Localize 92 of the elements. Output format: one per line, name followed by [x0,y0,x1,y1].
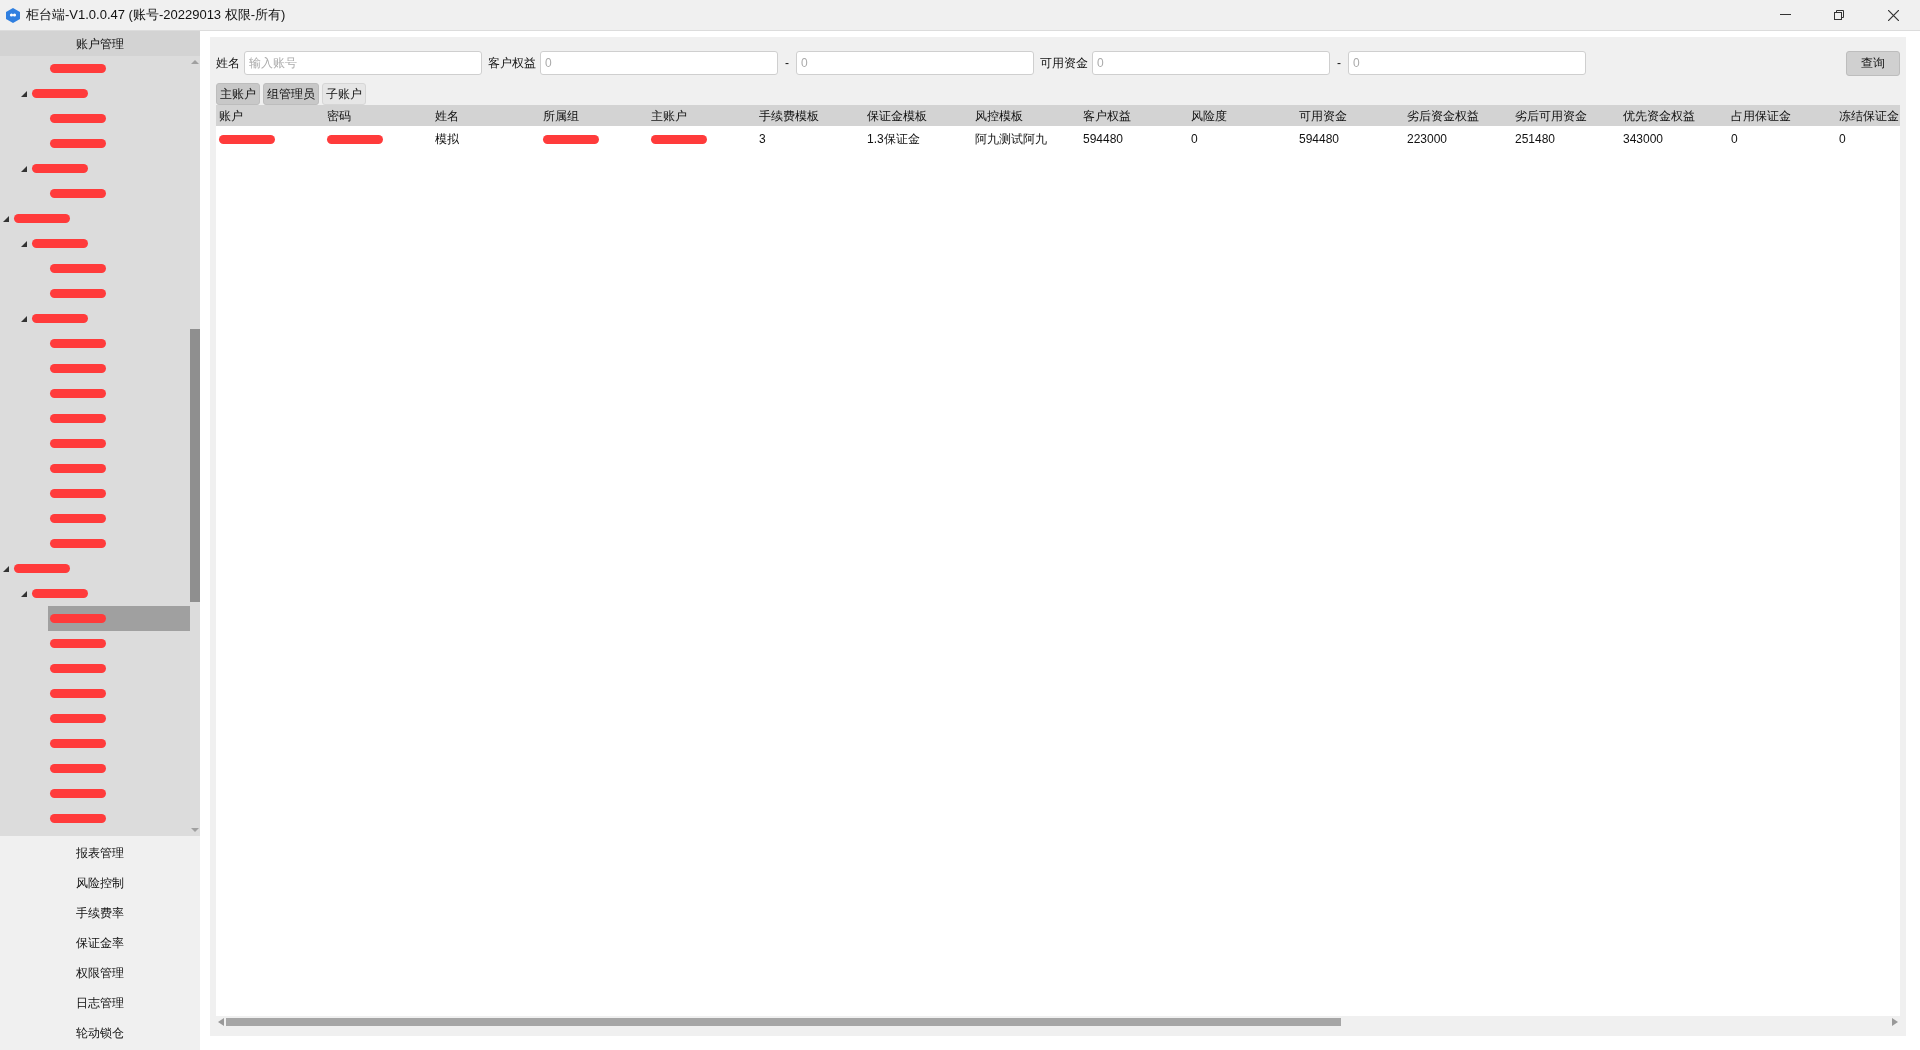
redaction-mark [32,89,88,98]
redaction-mark [50,539,106,548]
column-header[interactable]: 密码 [327,106,435,125]
range-separator: - [1337,55,1341,72]
redaction-mark [50,114,106,123]
window-title: 柜台端-V1.0.0.47 (账号-20229013 权限-所有) [26,6,286,25]
redaction-mark [14,214,70,223]
app-logo-icon [6,7,20,23]
redaction-mark [50,64,106,73]
expanded-triangle-icon[interactable] [3,565,9,572]
table-cell-text: 模拟 [435,131,459,148]
table-cell-text: 251480 [1515,131,1556,148]
column-header[interactable]: 劣后可用资金 [1515,106,1623,125]
column-header[interactable]: 账户 [219,106,327,125]
minimize-icon [1779,14,1791,16]
close-icon [1887,9,1899,21]
redaction-mark [50,464,106,473]
expanded-triangle-icon[interactable] [3,215,9,222]
redaction-mark [50,689,106,698]
redaction-mark [50,789,106,798]
expanded-triangle-icon[interactable] [21,165,27,172]
redaction-mark [50,414,106,423]
redaction-mark [50,614,106,623]
redaction-mark [32,164,88,173]
redaction-mark [50,814,106,823]
column-header[interactable]: 所属组 [543,106,651,125]
input-field[interactable]: 输入账号 [244,51,482,75]
sidebar-header[interactable]: 账户管理 [0,31,200,56]
column-header[interactable]: 劣后资金权益 [1407,106,1515,125]
tree-item[interactable] [48,606,190,631]
column-header[interactable]: 风险度 [1191,106,1299,125]
table-cell-text: 594480 [1083,131,1124,148]
sidebar-menu-item[interactable]: 保证金率 [0,928,200,958]
restore-icon [1834,10,1844,20]
column-header[interactable]: 客户权益 [1083,106,1191,125]
range-separator: - [785,55,789,72]
field-label: 姓名 [216,55,240,72]
table-cell-text: 594480 [1299,131,1340,148]
expanded-triangle-icon[interactable] [21,590,27,597]
column-header[interactable]: 占用保证金 [1731,106,1839,125]
redaction-mark [50,139,106,148]
column-header[interactable]: 保证金模板 [867,106,975,125]
column-header[interactable]: 姓名 [435,106,543,125]
column-header[interactable]: 冻结保证金 [1839,106,1900,125]
redaction-mark [50,189,106,198]
redaction-mark [32,314,88,323]
table-cell-text: 0 [1839,131,1846,148]
sidebar-menu-item[interactable]: 手续费率 [0,898,200,928]
redaction-mark [50,339,106,348]
column-header[interactable]: 风控模板 [975,106,1083,125]
table-cell-text: 0 [1731,131,1738,148]
sidebar-menu-item[interactable]: 风险控制 [0,868,200,898]
field-label: 可用资金 [1040,55,1088,72]
redaction-mark [32,239,88,248]
sidebar-menu-item[interactable]: 权限管理 [0,958,200,988]
query-button[interactable]: 查询 [1846,50,1900,76]
scroll-left-icon[interactable] [218,1018,224,1026]
redaction-mark [50,639,106,648]
table-cell-text: 223000 [1407,131,1448,148]
expanded-triangle-icon[interactable] [21,90,27,97]
field-label: 客户权益 [488,55,536,72]
table-cell-text: 阿九测试阿九 [975,131,1047,148]
redaction-mark [14,564,70,573]
column-header[interactable]: 优先资金权益 [1623,106,1731,125]
column-header[interactable]: 主账户 [651,106,759,125]
redaction-mark [50,489,106,498]
tab[interactable]: 组管理员 [263,83,319,105]
table-cell-text: 0 [1191,131,1198,148]
redaction-mark [50,439,106,448]
sidebar-menu-item[interactable]: 报表管理 [0,838,200,868]
expanded-triangle-icon[interactable] [21,315,27,322]
table-cell-text: 3 [759,131,766,148]
table-cell-text: 343000 [1623,131,1664,148]
column-header[interactable]: 手续费模板 [759,106,867,125]
sidebar-menu-item[interactable]: 轮动锁仓 [0,1018,200,1048]
redaction-mark [50,764,106,773]
redaction-mark [50,364,106,373]
table-cell-text: 1.3保证金 [867,131,920,148]
sidebar-menu-item[interactable]: 日志管理 [0,988,200,1018]
redaction-mark [50,289,106,298]
redaction-mark [50,739,106,748]
redaction-mark [50,389,106,398]
tab[interactable]: 子账户 [322,83,366,105]
redaction-mark [50,264,106,273]
redaction-mark [50,514,106,523]
expanded-triangle-icon[interactable] [21,240,27,247]
scroll-right-icon[interactable] [1892,1018,1898,1026]
redaction-mark [50,714,106,723]
redaction-mark [32,589,88,598]
column-header[interactable]: 可用资金 [1299,106,1407,125]
redaction-mark [50,664,106,673]
tab[interactable]: 主账户 [216,83,260,105]
